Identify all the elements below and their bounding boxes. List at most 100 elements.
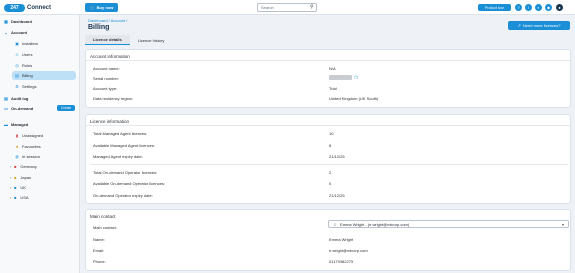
contact-name-label: Name:: [93, 237, 105, 242]
divider: [90, 164, 568, 165]
chevron-right-icon[interactable]: ›: [10, 164, 11, 169]
licence-row-label: Available Managed Agent licences:: [93, 143, 155, 148]
create-button[interactable]: Create: [57, 105, 75, 111]
contact-name-value: Emma Wright: [329, 237, 354, 242]
contact-phone-label: Phone:: [93, 259, 106, 264]
sidebar-item-users[interactable]: ☺ Users: [14, 50, 94, 59]
chevron-down-icon: ⌄: [4, 30, 8, 35]
flag-icon: ■: [14, 164, 17, 169]
sidebar-item-label: Unassigned: [22, 133, 44, 138]
divider: [86, 125, 570, 126]
main-contact-card: Main contact Main contact: ☺ Emma Wright…: [85, 209, 571, 271]
sidebar-item-unassigned[interactable]: ▮ Unassigned: [14, 131, 94, 140]
licence-row-label: Total Managed Agent licences:: [93, 131, 148, 136]
card-title: Account information: [90, 54, 130, 59]
session-icon: ◍: [15, 154, 19, 159]
users-icon: ☺: [14, 52, 20, 57]
sidebar-item-label: Favourites: [22, 144, 41, 149]
tab-licence-details[interactable]: Licence details: [85, 35, 130, 45]
sidebar-item-billing[interactable]: ▤ Billing: [12, 71, 76, 80]
managed-icon: ▬: [4, 122, 8, 127]
sidebar-item-label: On-demand: [11, 106, 34, 111]
search-placeholder: Search: [261, 5, 274, 10]
sidebar-item-label: Settings: [22, 84, 37, 89]
star-icon: ★: [15, 144, 19, 149]
need-more-label: Need more licences?: [522, 23, 561, 28]
folder-icon: ■: [14, 195, 17, 200]
sidebar-item-label: In session: [22, 154, 41, 159]
sidebar-item-label: Managed: [11, 122, 29, 127]
page-title: Billing: [88, 24, 110, 31]
copy-icon[interactable]: ❐: [354, 75, 358, 80]
help-icon[interactable]: ?: [515, 4, 522, 11]
external-link-icon: ↗: [517, 23, 521, 28]
chevron-right-icon[interactable]: ›: [10, 195, 11, 200]
data-residency-value: United Kingdom (UK South): [329, 96, 379, 101]
sidebar-item-on-demand[interactable]: ▭ On-demand: [3, 104, 53, 113]
sidebar-item-settings[interactable]: ⚙ Settings: [14, 82, 94, 91]
sidebar-item-label: UK: [20, 185, 26, 190]
logo-mark: 247: [4, 3, 25, 12]
sidebar-item-usa[interactable]: › ■ USA: [10, 193, 90, 202]
account-type-label: Account type:: [93, 86, 118, 91]
contact-email-label: Email:: [93, 248, 105, 253]
sidebar-item-roles[interactable]: ◎ Roles: [14, 61, 94, 70]
licence-row-label: On-demand Operator expiry date:: [93, 193, 153, 198]
grid-icon: ▦: [4, 19, 8, 24]
search-icon[interactable]: ⚲: [310, 4, 314, 10]
data-residency-label: Data residency region:: [93, 96, 134, 101]
chevron-right-icon[interactable]: ›: [10, 185, 11, 190]
sidebar-item-japan[interactable]: › ■ Japan: [10, 173, 90, 182]
licence-row-value: 21/12/25: [329, 193, 345, 198]
serial-number-value: ❐: [329, 75, 358, 81]
tab-licence-history[interactable]: Licence history: [130, 35, 173, 45]
need-more-licences-button[interactable]: ↗ Need more licences?: [508, 21, 570, 30]
redacted-value: [329, 75, 352, 81]
user-avatar[interactable]: ●: [556, 4, 563, 11]
sidebar-item-account[interactable]: ⌄ Account: [3, 28, 83, 37]
search-input[interactable]: Search: [257, 3, 317, 12]
licence-information-card: Licence information Total Managed Agent …: [85, 114, 571, 204]
logo-text: Connect: [27, 4, 51, 11]
sidebar-item-germany[interactable]: › ■ Germany: [10, 162, 90, 171]
sidebar-item-audit-log[interactable]: ▤ Audit log: [3, 94, 83, 103]
main-contact-select[interactable]: ☺ Emma Wright - (e.wright@mlcorp.com) ▾: [328, 220, 569, 228]
apps-icon[interactable]: ◆: [545, 4, 552, 11]
flag-icon: ■: [14, 175, 17, 180]
account-type-value: Trial: [329, 86, 337, 91]
roles-icon: ◎: [15, 63, 19, 68]
licence-row-value: 2: [329, 170, 332, 175]
sidebar-item-label: Roles: [22, 63, 33, 68]
licence-row-value: 10: [329, 131, 334, 136]
buy-now-label: Buy now: [96, 5, 114, 10]
licence-row-value: 21/12/25: [329, 154, 345, 159]
product-tour-button[interactable]: Product tour: [478, 4, 511, 11]
serial-number-label: Serial number:: [93, 76, 120, 81]
account-name-value: N/A: [329, 66, 336, 71]
chevron-right-icon[interactable]: ›: [10, 175, 11, 180]
on-demand-icon: ▭: [4, 106, 8, 111]
sidebar-item-label: Account: [11, 30, 27, 35]
logo[interactable]: 247 Connect: [4, 3, 51, 12]
main-contact-select-value: Emma Wright - (e.wright@mlcorp.com): [340, 221, 410, 227]
sidebar-item-managed[interactable]: ▬ Managed: [3, 120, 83, 129]
log-icon: ▤: [4, 96, 8, 101]
sidebar-item-installers[interactable]: ▣ Installers: [14, 39, 94, 48]
sidebar-item-favourites[interactable]: ★ Favourites: [14, 142, 94, 151]
breadcrumb[interactable]: Dashboard / Account /: [88, 18, 127, 23]
buy-now-button[interactable]: 🛒 Buy now: [85, 3, 118, 12]
notifications-icon[interactable]: !: [525, 4, 532, 11]
theme-icon[interactable]: ◐: [535, 4, 542, 11]
sidebar: ▦ Dashboard ⌄ Account ▣ Installers ☺ Use…: [0, 15, 80, 273]
sidebar-item-in-session[interactable]: ◍ In session: [14, 152, 94, 161]
card-title: Main contact: [90, 214, 116, 219]
sidebar-item-label: Installers: [22, 41, 39, 46]
sidebar-item-label: Japan: [20, 175, 32, 180]
sidebar-item-dashboard[interactable]: ▦ Dashboard: [3, 17, 83, 26]
sidebar-item-label: Dashboard: [11, 19, 32, 24]
sidebar-item-uk[interactable]: › ■ UK: [10, 183, 90, 192]
tab-bar: Licence details Licence history: [85, 35, 172, 45]
gear-icon: ⚙: [15, 84, 19, 89]
sidebar-item-label: Germany: [20, 164, 37, 169]
sidebar-item-label: USA: [20, 195, 29, 200]
